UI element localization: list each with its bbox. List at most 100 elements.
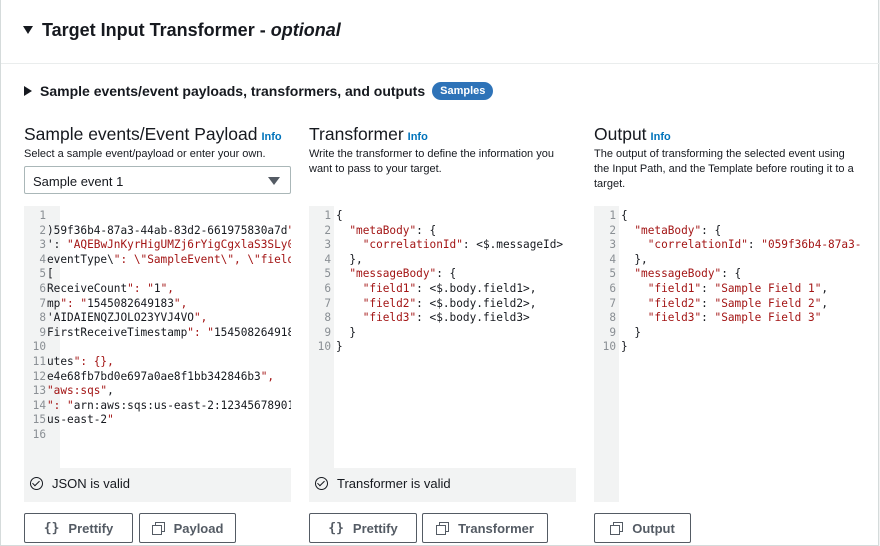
- code-text: "aws:sqs",: [47, 384, 114, 398]
- code-line: 9 }: [594, 326, 861, 341]
- output-description: The output of transforming the selected …: [594, 148, 854, 190]
- line-number: 16: [32, 427, 46, 441]
- transformer-prettify-button[interactable]: {} Prettify: [309, 513, 417, 543]
- line-number: 9: [39, 325, 46, 339]
- line-number: 6: [39, 281, 46, 295]
- code-text: "field3": <$.body.field3>: [362, 311, 530, 325]
- code-text: "metaBody": {: [634, 223, 722, 237]
- output-editor: 1{2 "metaBody": {3 "correlationId": "059…: [594, 206, 861, 502]
- payload-info-link[interactable]: Info: [261, 131, 281, 143]
- code-text: "field1": <$.body.field1>,: [362, 281, 537, 295]
- samples-expander[interactable]: Sample events/event payloads, transforme…: [24, 81, 494, 101]
- line-number: 2: [609, 223, 616, 237]
- code-text: eventType\": \"SampleEvent\", \"field1\": [47, 252, 291, 266]
- line-number: 11: [32, 354, 46, 368]
- line-number: 8: [39, 311, 46, 325]
- payload-copy-button[interactable]: Payload: [139, 513, 236, 543]
- code-line: 4eventType\": \"SampleEvent\", \"field1\…: [24, 253, 291, 268]
- check-circle-icon: [30, 476, 43, 490]
- code-line: 4 },: [594, 253, 861, 268]
- code-text: }: [621, 325, 642, 339]
- code-text: e4e68fb7bd0e697a0ae8f1bb342846b3",: [47, 369, 275, 383]
- payload-editor[interactable]: 12)59f36b4-87a3-44ab-83d2-661975830a7d",…: [24, 206, 291, 502]
- code-line: 14": "arn:aws:sqs:us-east-2:123456789012: [24, 399, 291, 414]
- code-text: "messageBody": {: [349, 267, 457, 281]
- code-line: 2)59f36b4-87a3-44ab-83d2-661975830a7d",: [24, 224, 291, 239]
- copy-icon: [436, 522, 450, 535]
- line-number: 7: [324, 296, 331, 310]
- line-number: 4: [324, 252, 331, 266]
- code-line: 12e4e68fb7bd0e697a0ae8f1bb342846b3",: [24, 370, 291, 385]
- payload-status-text: JSON is valid: [52, 475, 131, 491]
- code-text: }: [621, 340, 628, 354]
- code-line: 8'AIDAIENQZJOLO23YVJ4VO",: [24, 311, 291, 326]
- code-text: "correlationId": <$.messageId>: [362, 238, 564, 252]
- code-line: 7mp": "1545082649183",: [24, 297, 291, 312]
- line-number: 5: [39, 267, 46, 281]
- code-line: 5 "messageBody": {: [594, 267, 861, 282]
- line-number: 13: [32, 384, 46, 398]
- line-number: 5: [609, 267, 616, 281]
- transformer-copy-button[interactable]: Transformer: [422, 513, 548, 543]
- line-number: 3: [39, 238, 46, 252]
- line-number: 7: [39, 296, 46, 310]
- line-number: 14: [32, 398, 46, 412]
- sample-event-select[interactable]: Sample event 1: [24, 166, 291, 194]
- output-info-link[interactable]: Info: [651, 131, 671, 143]
- code-text: },: [336, 252, 363, 266]
- code-line: 1{: [594, 209, 861, 224]
- transformer-info-link[interactable]: Info: [408, 131, 428, 143]
- code-line: 7 "field2": "Sample Field 2",: [594, 297, 861, 312]
- code-text: ": "arn:aws:sqs:us-east-2:123456789012: [47, 398, 291, 412]
- code-line: 16: [24, 428, 291, 443]
- braces-icon: {}: [43, 520, 60, 536]
- code-line: 13"aws:sqs",: [24, 384, 291, 399]
- transformer-status-text: Transformer is valid: [337, 475, 451, 491]
- code-line: 15us-east-2": [24, 413, 291, 428]
- transformer-editor[interactable]: 1{2 "metaBody": {3 "correlationId": <$.m…: [309, 206, 576, 502]
- line-number: 10: [317, 340, 331, 354]
- code-text: "messageBody": {: [634, 267, 742, 281]
- code-line: 6 "field1": <$.body.field1>,: [309, 282, 563, 297]
- samples-expander-label: Sample events/event payloads, transforme…: [40, 83, 426, 99]
- code-text: us-east-2": [47, 413, 114, 427]
- output-copy-button[interactable]: Output: [594, 513, 691, 543]
- payload-status: JSON is valid: [24, 469, 291, 497]
- line-number: 1: [609, 209, 616, 222]
- target-input-transformer-panel: Target Input Transformer - optional Samp…: [0, 0, 880, 546]
- payload-prettify-button[interactable]: {} Prettify: [24, 513, 133, 543]
- code-line: 2 "metaBody": {: [594, 224, 861, 239]
- code-line: 1{: [309, 209, 563, 224]
- transformer-code[interactable]: 1{2 "metaBody": {3 "correlationId": <$.m…: [309, 209, 563, 355]
- code-text: "correlationId": "059f36b4-87a3-44: [647, 238, 861, 252]
- caret-down-icon[interactable]: [23, 26, 33, 34]
- transformer-title: Transformer Info: [309, 124, 428, 144]
- code-line: 7 "field2": <$.body.field2>,: [309, 297, 563, 312]
- line-number: 4: [39, 252, 46, 266]
- code-text: FirstReceiveTimestamp": "1545082649185": [47, 325, 291, 339]
- code-text: [: [47, 267, 54, 281]
- code-text: mp": "1545082649183",: [47, 296, 188, 310]
- payload-code[interactable]: 12)59f36b4-87a3-44ab-83d2-661975830a7d",…: [24, 209, 291, 443]
- code-line: 2 "metaBody": {: [309, 224, 563, 239]
- line-number: 1: [324, 209, 331, 222]
- code-line: 9 }: [309, 326, 563, 341]
- code-line: 10: [24, 340, 291, 355]
- caret-right-icon[interactable]: [24, 86, 32, 96]
- line-number: 6: [609, 281, 616, 295]
- code-text: }: [336, 325, 357, 339]
- section-header[interactable]: Target Input Transformer - optional: [1, 0, 880, 64]
- code-text: ': "AQEBwJnKyrHigUMZj6rYigCgxlaS3SLy0a.: [47, 238, 291, 252]
- select-arrow-icon: [268, 177, 280, 185]
- line-number: 8: [609, 311, 616, 325]
- code-line: 3': "AQEBwJnKyrHigUMZj6rYigCgxlaS3SLy0a.: [24, 238, 291, 253]
- samples-badge: Samples: [432, 82, 494, 100]
- code-text: utes": {},: [47, 354, 114, 368]
- code-text: {: [336, 209, 343, 222]
- payload-description: Select a sample event/payload or enter y…: [24, 148, 266, 160]
- line-number: 5: [324, 267, 331, 281]
- code-text: "field2": <$.body.field2>,: [362, 296, 537, 310]
- transformer-description: Write the transformer to define the info…: [309, 148, 554, 175]
- code-line: 11utes": {},: [24, 355, 291, 370]
- copy-icon: [610, 522, 624, 535]
